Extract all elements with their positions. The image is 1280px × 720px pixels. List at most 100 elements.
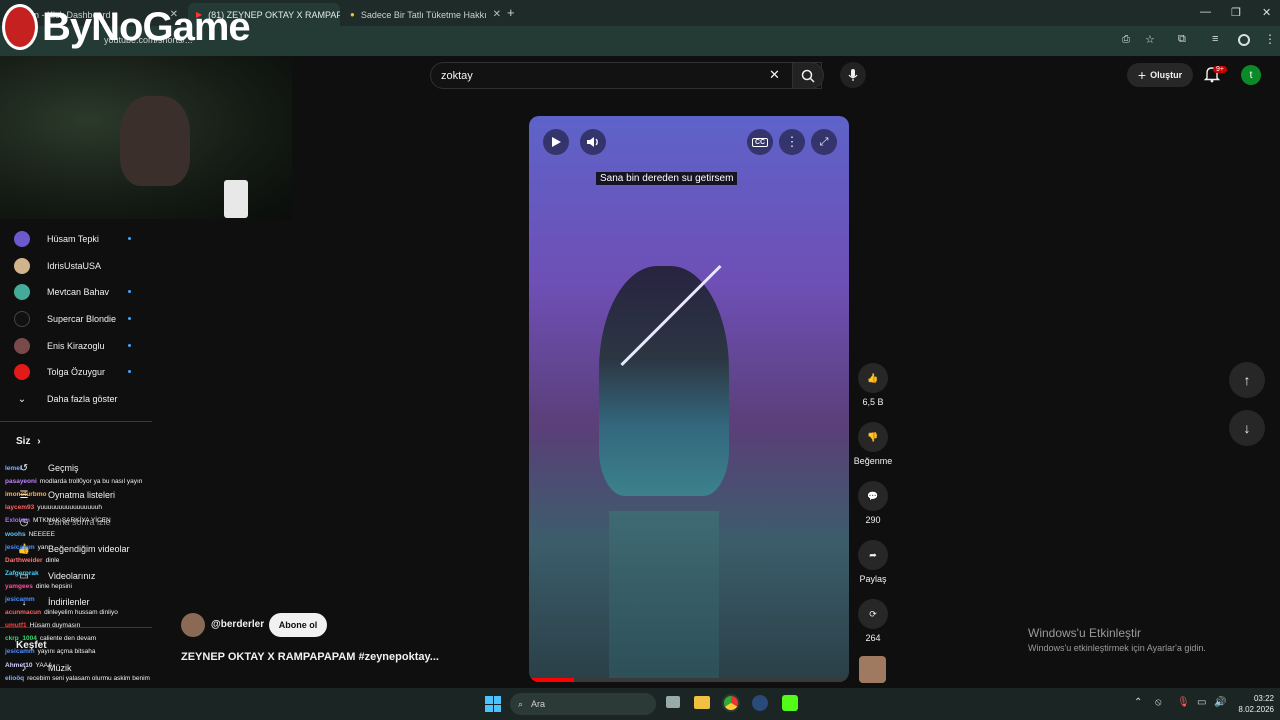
- chat-message: jesicamm yan: [5, 544, 48, 551]
- subscription-name: IdrisUstaUSA: [47, 261, 102, 271]
- arrow-down-icon: ↓: [1243, 420, 1251, 436]
- chat-message: jesicamm: [5, 596, 38, 603]
- chat-username: jesicamm: [5, 543, 35, 551]
- chat-message: acunmacun dinleyelim hussam dinliyo: [5, 609, 118, 616]
- fullscreen-button[interactable]: ⤢: [811, 129, 837, 155]
- tab-sadece-bir-tatli[interactable]: ● Sadece Bir Tatlı Tüketme Hakkı ✕: [342, 3, 500, 26]
- search-button[interactable]: [792, 62, 824, 89]
- media-icon[interactable]: ≡: [1212, 33, 1218, 45]
- live-dot-icon: [128, 370, 131, 373]
- expand-icon: ⤢: [819, 135, 829, 148]
- activation-subtitle: Windows'u etkinleştirmek için Ayarlar'a …: [1028, 643, 1206, 653]
- maximize-button[interactable]: ❐: [1231, 6, 1241, 19]
- chat-username: Zafgerprak: [5, 569, 39, 577]
- play-button[interactable]: [543, 129, 569, 155]
- minimize-button[interactable]: —: [1200, 6, 1211, 18]
- logo-text: ByNoGame: [42, 4, 251, 49]
- network-off-icon[interactable]: ⦸: [1155, 697, 1162, 708]
- subscription-name: Supercar Blondie: [47, 314, 117, 324]
- display-icon[interactable]: ▭: [1197, 697, 1206, 708]
- task-view-icon[interactable]: [666, 696, 680, 708]
- search-icon: ⌕: [518, 698, 524, 709]
- chat-message: jesicamm yayını açma bitsaha: [5, 648, 95, 655]
- chat-text: dinle: [45, 556, 60, 564]
- account-avatar[interactable]: t: [1241, 65, 1261, 85]
- file-explorer-icon[interactable]: [694, 696, 710, 709]
- chat-message: ckrp_1004 caliente den devam: [5, 635, 96, 642]
- clear-search-icon[interactable]: ✕: [769, 67, 780, 83]
- share-button[interactable]: ➦ Paylaş: [853, 540, 893, 584]
- sidebar-item-mevtcan-bahav[interactable]: Mevtcan Bahav: [14, 281, 131, 303]
- arrow-up-icon: ↑: [1243, 372, 1251, 388]
- install-icon[interactable]: ⎙: [1122, 34, 1130, 45]
- sidebar-item-enis-kirazoglu[interactable]: Enis Kirazoglu: [14, 335, 131, 357]
- clock[interactable]: 03:22 8.02.2026: [1234, 693, 1274, 715]
- menu-kebab-icon[interactable]: ⋮: [1264, 32, 1276, 46]
- subscribe-button[interactable]: Abone ol: [269, 613, 327, 637]
- kebab-icon: ⋮: [785, 134, 799, 149]
- search-input[interactable]: zoktay: [430, 62, 822, 89]
- show-more-button[interactable]: ⌄ Daha fazla göster: [14, 388, 118, 410]
- microphone-tray-icon[interactable]: 🎙: [1177, 697, 1190, 708]
- channel-name[interactable]: @berderler: [211, 619, 264, 630]
- more-options-button[interactable]: ⋮: [779, 129, 805, 155]
- chat-text: modlarda troll0yor ya bu nasıl yayın: [39, 478, 143, 486]
- sidebar-item-tolga-ozuygur[interactable]: Tolga Özuygur: [14, 361, 131, 383]
- downloads-label: İndirilenler: [48, 597, 90, 607]
- previous-short-button[interactable]: ↑: [1229, 362, 1265, 398]
- chat-username: Exlolem: [5, 517, 30, 525]
- speaker-icon[interactable]: 🔊: [1214, 697, 1226, 708]
- videos-label: Videolarınız: [48, 571, 96, 581]
- chat-text: MTKNAK ŞARKİYA YİCEN: [32, 517, 111, 525]
- sidebar-item-history[interactable]: ↺ Geçmiş: [16, 458, 79, 478]
- shorts-video-player[interactable]: [529, 116, 849, 682]
- subscription-name: Mevtcan Bahav: [47, 287, 110, 297]
- volume-icon: [587, 137, 598, 147]
- video-title[interactable]: ZEYNEP OKTAY X RAMPAPAPAM #zeynepoktay..…: [181, 651, 521, 663]
- channel-avatar[interactable]: [181, 613, 205, 637]
- avatar: [14, 364, 30, 380]
- create-button[interactable]: + Oluştur: [1127, 63, 1193, 87]
- captions-button[interactable]: CC: [747, 129, 773, 155]
- clock-time: 03:22: [1253, 694, 1274, 703]
- avatar: [14, 258, 30, 274]
- subscription-name: Enis Kirazoglu: [47, 341, 105, 351]
- new-tab-button[interactable]: +: [507, 5, 515, 20]
- tray-chevron-up-icon[interactable]: ⌃: [1134, 697, 1142, 708]
- close-window-button[interactable]: ✕: [1262, 6, 1271, 19]
- windows-start-icon[interactable]: [485, 696, 501, 712]
- bookmark-star-icon[interactable]: ☆: [1145, 33, 1155, 46]
- plus-icon: +: [1137, 67, 1147, 83]
- close-icon[interactable]: ✕: [493, 9, 500, 20]
- avatar: [14, 311, 30, 327]
- sidebar-item-supercar-blondie[interactable]: Supercar Blondie: [14, 308, 131, 330]
- dancer-figure: [599, 266, 729, 496]
- chat-text: recebim seni yalasam olurmu askim benim: [27, 674, 150, 682]
- sound-thumbnail[interactable]: [859, 656, 886, 683]
- voice-search-button[interactable]: [840, 62, 866, 88]
- extensions-icon[interactable]: ⧉: [1178, 33, 1186, 46]
- remix-button[interactable]: ⟳ 264: [853, 599, 893, 643]
- sidebar-item-husam-tepki[interactable]: Hüsam Tepki: [14, 228, 131, 250]
- comments-button[interactable]: 💬 290: [853, 481, 893, 525]
- taskbar-search[interactable]: ⌕ Ara: [510, 693, 656, 715]
- like-button[interactable]: 👍 6,5 B: [853, 363, 893, 407]
- chat-message: Zafgerprak: [5, 570, 42, 577]
- progress-track[interactable]: [529, 678, 849, 682]
- dislike-button[interactable]: 👎 Beğenme: [853, 422, 893, 466]
- chat-username: acunmacun: [5, 609, 42, 617]
- site-icon: ●: [350, 10, 355, 19]
- chrome-icon[interactable]: [722, 694, 740, 712]
- next-short-button[interactable]: ↓: [1229, 410, 1265, 446]
- chat-message: Darthweider dinle: [5, 557, 59, 564]
- kick-icon[interactable]: [782, 695, 798, 711]
- mute-button[interactable]: [580, 129, 606, 155]
- tab-label: Sadece Bir Tatlı Tüketme Hakkı: [360, 9, 487, 20]
- sidebar-item-idrisustausa[interactable]: IdrisUstaUSA: [14, 255, 101, 277]
- bynogame-logo: ByNoGame: [2, 2, 262, 52]
- you-section-header[interactable]: Siz ›: [16, 436, 41, 447]
- profile-icon[interactable]: [1238, 34, 1250, 46]
- steam-icon[interactable]: [752, 695, 768, 711]
- chat-username: woohs: [5, 530, 26, 538]
- chat-text: dinle hepsini: [35, 582, 72, 590]
